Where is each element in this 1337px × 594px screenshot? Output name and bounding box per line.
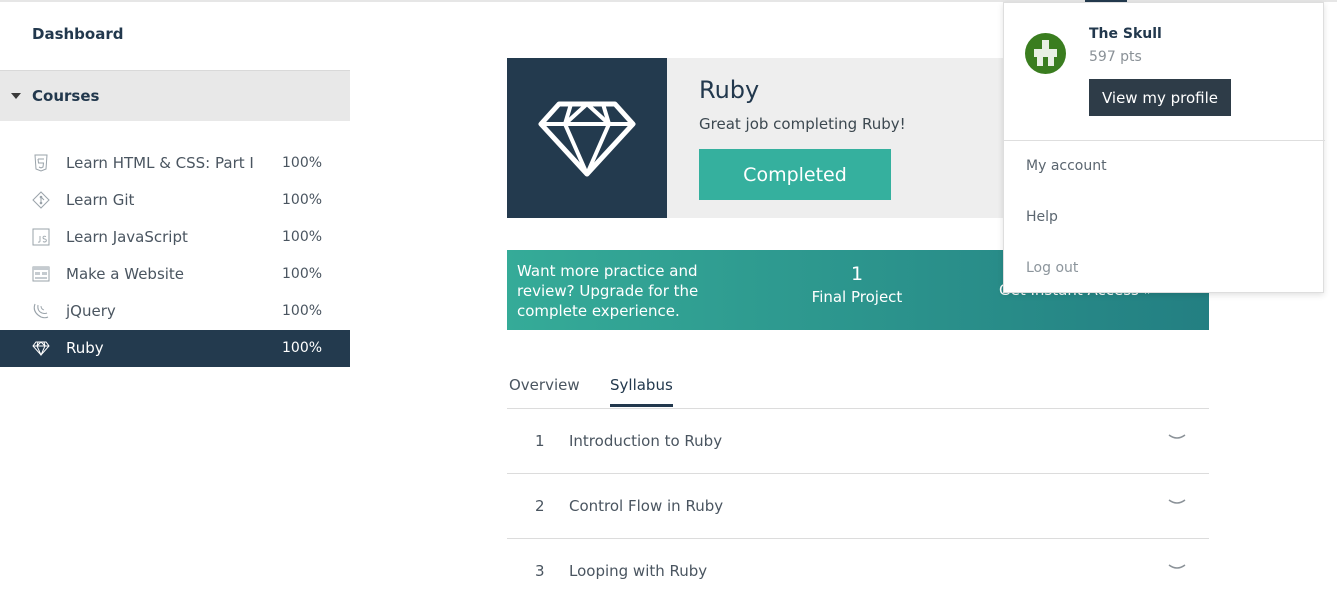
avatar: [1025, 33, 1066, 74]
view-profile-button[interactable]: View my profile: [1089, 79, 1231, 116]
courses-label: Courses: [32, 87, 100, 105]
lesson-title: Looping with Ruby: [569, 562, 708, 580]
course-progress: 100%: [282, 192, 323, 208]
course-progress: 100%: [282, 155, 323, 171]
course-progress: 100%: [282, 340, 323, 356]
dashboard-link[interactable]: Dashboard: [32, 25, 123, 43]
menu-item-my-account[interactable]: My account: [1026, 158, 1107, 174]
final-project-label: Final Project: [811, 288, 903, 306]
course-name: Make a Website: [66, 265, 185, 283]
menu-item-help[interactable]: Help: [1026, 209, 1058, 225]
jquery-icon: [33, 303, 49, 319]
menu-divider: [1004, 140, 1325, 141]
sidebar-item-ruby[interactable]: Ruby 100%: [0, 330, 350, 367]
course-name: Learn Git: [66, 191, 135, 209]
sidebar-item-html-css[interactable]: Learn HTML & CSS: Part I 100%: [0, 145, 350, 182]
ruby-gem-icon: [32, 341, 50, 357]
course-name: jQuery: [66, 302, 116, 320]
course-name: Learn HTML & CSS: Part I: [66, 154, 254, 172]
syllabus-list: 1 Introduction to Ruby 2 Control Flow in…: [507, 409, 1209, 594]
course-list: Learn HTML & CSS: Part I 100% Learn Git …: [0, 145, 350, 367]
course-subtitle: Great job completing Ruby!: [699, 115, 906, 133]
lesson-number: 1: [535, 432, 545, 450]
caret-down-icon: [11, 93, 21, 99]
chevron-down-icon[interactable]: [1168, 498, 1186, 508]
syllabus-row[interactable]: 2 Control Flow in Ruby: [507, 474, 1209, 539]
course-progress: 100%: [282, 303, 323, 319]
sidebar-item-jquery[interactable]: jQuery 100%: [0, 293, 350, 330]
git-icon: [32, 191, 50, 209]
course-progress: 100%: [282, 229, 323, 245]
course-icon-tile: [507, 58, 667, 218]
course-tabs: Overview Syllabus: [507, 368, 1209, 409]
completed-button[interactable]: Completed: [699, 149, 891, 200]
upgrade-text: Want more practice and review? Upgrade f…: [517, 262, 699, 320]
course-progress: 100%: [282, 266, 323, 282]
sidebar-item-git[interactable]: Learn Git 100%: [0, 182, 350, 219]
course-name: Ruby: [66, 339, 104, 357]
user-points: 597 pts: [1089, 49, 1142, 65]
user-dropdown-menu: The Skull 597 pts View my profile My acc…: [1003, 2, 1325, 293]
course-name: Learn JavaScript: [66, 228, 188, 246]
html5-icon: [34, 154, 48, 172]
sidebar: Dashboard Courses Learn HTML & CSS: Part…: [0, 0, 350, 594]
lesson-number: 3: [535, 562, 545, 580]
sidebar-item-javascript[interactable]: Learn JavaScript 100%: [0, 219, 350, 256]
syllabus-row[interactable]: 1 Introduction to Ruby: [507, 409, 1209, 474]
tab-syllabus[interactable]: Syllabus: [610, 376, 673, 407]
chevron-down-icon[interactable]: [1168, 563, 1186, 573]
lesson-number: 2: [535, 497, 545, 515]
syllabus-row[interactable]: 3 Looping with Ruby: [507, 539, 1209, 594]
final-project-count: 1: [850, 263, 864, 285]
courses-section-toggle[interactable]: Courses: [0, 70, 350, 121]
course-title: Ruby: [699, 76, 760, 104]
menu-item-log-out[interactable]: Log out: [1026, 260, 1078, 276]
lesson-title: Introduction to Ruby: [569, 432, 723, 450]
website-icon: [32, 266, 50, 282]
sidebar-item-make-a-website[interactable]: Make a Website 100%: [0, 256, 350, 293]
username: The Skull: [1089, 26, 1162, 42]
diamond-icon: [538, 101, 636, 177]
lesson-title: Control Flow in Ruby: [569, 497, 724, 515]
chevron-down-icon[interactable]: [1168, 433, 1186, 443]
tab-overview[interactable]: Overview: [509, 376, 580, 404]
js-icon: [32, 228, 50, 246]
